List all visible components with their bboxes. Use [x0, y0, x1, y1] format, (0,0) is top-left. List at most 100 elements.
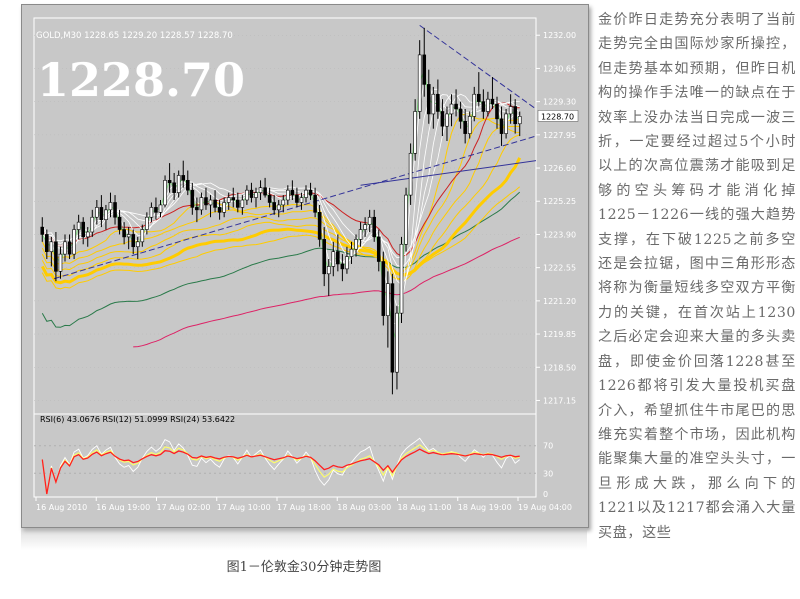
candle-body — [331, 251, 336, 267]
candle-body — [231, 197, 236, 201]
candle-body — [345, 256, 349, 270]
candle-body — [131, 234, 136, 248]
candle-body — [404, 194, 408, 245]
candle-body — [149, 207, 154, 218]
candle-body — [508, 106, 513, 115]
candle-body — [258, 187, 263, 193]
price-tick-label: 1221.20 — [543, 297, 576, 306]
time-tick-label: 16 Aug 2010 — [36, 503, 87, 512]
candle-body — [431, 93, 436, 115]
candle-body — [154, 207, 158, 213]
big-price-label: 1228.70 — [37, 53, 245, 107]
candle-body — [422, 54, 427, 85]
price-tick-label: 1217.15 — [543, 396, 576, 405]
price-tick-label: 1226.60 — [543, 164, 576, 173]
candle-body — [67, 241, 72, 255]
figure-caption: 图1－伦敦金30分钟走势图 — [226, 560, 382, 575]
candle-body — [517, 116, 522, 125]
candle-body — [254, 192, 258, 198]
candle-body — [317, 212, 322, 240]
candle-body — [95, 207, 99, 218]
candle-body — [499, 118, 504, 134]
candle-body — [167, 180, 172, 184]
candle-body — [108, 202, 113, 211]
candle-body — [263, 187, 267, 196]
price-tick-label: 1223.90 — [543, 230, 576, 239]
candle-body — [308, 189, 313, 196]
candle-body — [340, 263, 345, 270]
candle-body — [213, 199, 217, 208]
candle-body — [408, 152, 413, 196]
candle-body — [45, 234, 49, 252]
rsi-label: RSI(6) 43.0676 RSI(12) 51.0999 RSI(24) 5… — [40, 415, 235, 424]
price-tick-label: 1230.65 — [543, 64, 576, 73]
candle-body — [367, 216, 372, 225]
candle-body — [472, 93, 477, 117]
candle-body — [185, 180, 190, 191]
candle-body — [140, 229, 145, 243]
candle-body — [304, 189, 308, 198]
candle-body — [72, 229, 76, 255]
candle-body — [176, 175, 181, 193]
time-tick-label: 17 Aug 10:00 — [217, 503, 271, 512]
candle-body — [336, 251, 340, 265]
candle-body — [113, 202, 117, 218]
candle-body — [163, 180, 167, 206]
candle-body — [90, 216, 95, 233]
candle-body — [481, 101, 486, 112]
current-price-tag-label: 1228.70 — [541, 112, 574, 121]
candle-body — [195, 207, 199, 211]
frame-reflection — [21, 528, 587, 550]
candle-body — [477, 93, 481, 102]
price-tick-label: 1225.25 — [543, 197, 576, 206]
candle-body — [272, 202, 276, 211]
candle-body — [290, 189, 295, 196]
price-tick-label: 1222.55 — [543, 264, 576, 273]
candle-body — [467, 116, 472, 134]
candle-body — [363, 224, 367, 230]
candle-body — [104, 209, 108, 220]
article-text: 金价昨日走势充分表明了当前走势完全由国际炒家所操控，但走势基本如预期，但昨日机构… — [598, 12, 796, 541]
candle-body — [40, 226, 45, 235]
candle-body — [349, 248, 354, 257]
candle-body — [445, 113, 449, 127]
candle-body — [208, 199, 213, 206]
symbol-header: GOLD,M30 1228.65 1229.20 1228.57 1228.70 — [36, 31, 233, 41]
price-tick-label: 1232.00 — [543, 31, 576, 40]
candle-body — [413, 111, 417, 154]
candle-body — [226, 197, 231, 203]
candle-body — [172, 182, 176, 193]
candle-body — [117, 216, 122, 230]
candle-body — [245, 189, 249, 201]
candle-body — [58, 253, 63, 272]
candle-body — [240, 199, 245, 208]
candle-body — [326, 266, 331, 275]
time-tick-label: 18 Aug 11:00 — [398, 503, 452, 512]
candle-body — [236, 199, 240, 208]
price-tick-label: 1218.50 — [543, 363, 576, 372]
candle-body — [486, 98, 490, 112]
rsi-level-label: 70 — [543, 442, 553, 451]
candle-body — [54, 241, 58, 272]
time-tick-label: 19 Aug 04:00 — [518, 503, 572, 512]
price-tick-label: 1227.95 — [543, 131, 576, 140]
candle-body — [267, 194, 272, 203]
candle-body — [204, 197, 208, 206]
candle-body — [436, 93, 440, 112]
candle-body — [454, 103, 458, 110]
candle-body — [354, 239, 358, 250]
candle-body — [276, 204, 281, 211]
time-tick-label: 18 Aug 03:00 — [337, 503, 391, 512]
candle-body — [458, 108, 463, 122]
candle-body — [513, 106, 517, 125]
candle-body — [399, 243, 404, 314]
candle-body — [295, 194, 299, 203]
candle-body — [372, 216, 377, 238]
candle-body — [158, 204, 163, 213]
candle-body — [190, 189, 195, 208]
candle-body — [386, 283, 390, 316]
candle-body — [85, 231, 90, 238]
candle-body — [440, 111, 445, 127]
candle-body — [504, 113, 508, 134]
candle-body — [145, 216, 149, 230]
